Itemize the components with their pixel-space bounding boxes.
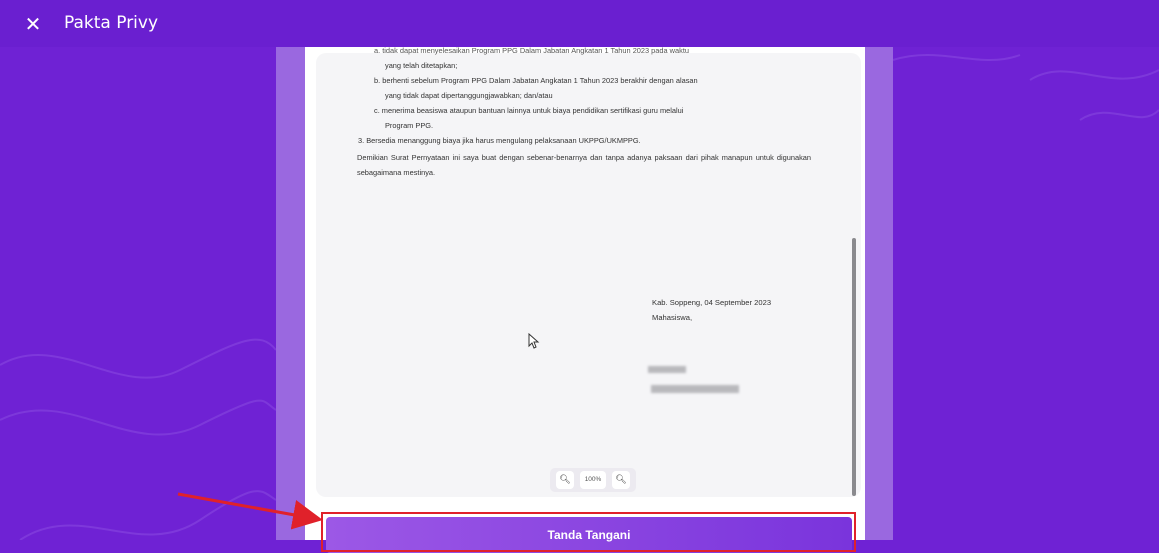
annotation-arrow xyxy=(177,492,323,530)
mouse-cursor-icon xyxy=(528,333,540,349)
